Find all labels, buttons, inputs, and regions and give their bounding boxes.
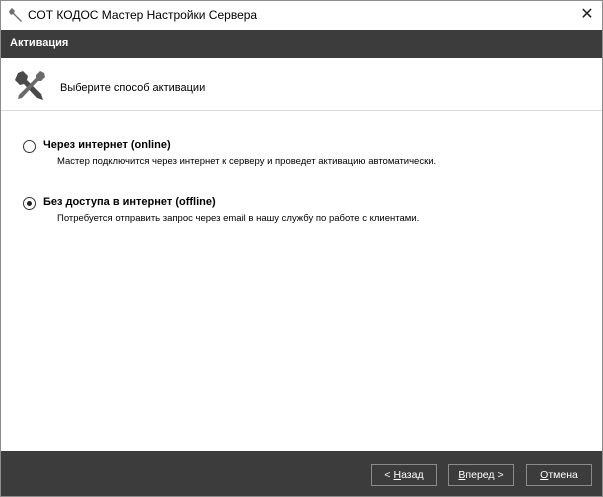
online-radio[interactable]: [23, 140, 36, 153]
tools-icon: [15, 71, 45, 100]
page-header: Активация: [1, 30, 602, 58]
back-button-rest: азад: [401, 469, 424, 481]
wrench-icon: [9, 8, 22, 22]
online-option-label: Через интернет (online): [43, 139, 171, 151]
online-option-description: Мастер подключится через интернет к серв…: [57, 156, 437, 167]
offline-option-description: Потребуется отправить запрос через email…: [57, 213, 420, 224]
subheader: Выберите способ активации: [1, 58, 602, 111]
back-button-accel: Н: [393, 469, 402, 481]
page-title: Активация: [10, 37, 69, 49]
back-button[interactable]: < Назад: [371, 464, 437, 486]
cancel-button-rest: тмена: [548, 469, 578, 481]
close-button[interactable]: ✕: [572, 1, 602, 30]
footer: < Назад Вперед > Отмена: [1, 451, 602, 496]
wizard-window: СОТ КОДОС Мастер Настройки Сервера ✕ Акт…: [0, 0, 603, 497]
offline-radio[interactable]: [23, 197, 36, 210]
next-button-rest: перед >: [465, 469, 504, 481]
window-title: СОТ КОДОС Мастер Настройки Сервера: [28, 8, 258, 22]
offline-option-label: Без доступа в интернет (offline): [43, 196, 216, 208]
cancel-button[interactable]: Отмена: [526, 464, 592, 486]
subheader-text: Выберите способ активации: [60, 82, 206, 94]
title-bar[interactable]: СОТ КОДОС Мастер Настройки Сервера ✕: [1, 1, 602, 30]
activation-options: Через интернет (online) Мастер подключит…: [1, 111, 602, 451]
next-button[interactable]: Вперед >: [448, 464, 514, 486]
